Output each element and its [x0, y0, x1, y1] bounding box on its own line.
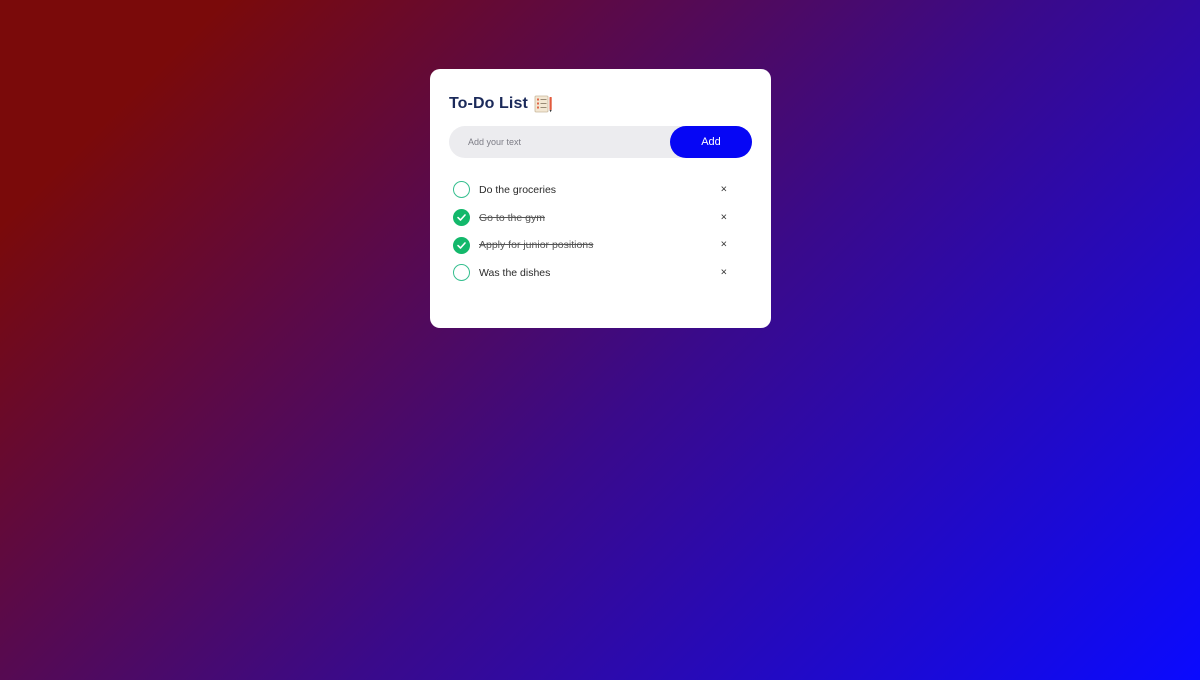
delete-icon[interactable]: × [721, 212, 727, 223]
task-item[interactable]: Go to the gym × [449, 204, 752, 232]
title-row: To-Do List [449, 93, 752, 115]
unchecked-circle-icon[interactable] [453, 181, 470, 199]
add-button[interactable]: Add [670, 126, 752, 158]
delete-icon[interactable]: × [721, 184, 727, 195]
task-text: Do the groceries [479, 183, 557, 196]
task-item[interactable]: Do the groceries × [449, 176, 752, 204]
task-text: Apply for junior positions [479, 239, 594, 252]
todo-card: To-Do List Add Do the groceries [430, 69, 771, 328]
unchecked-circle-icon[interactable] [453, 264, 470, 282]
checklist-icon [534, 95, 553, 113]
delete-icon[interactable]: × [721, 267, 727, 278]
delete-icon[interactable]: × [721, 239, 727, 251]
input-row: Add [449, 125, 752, 159]
app-title: To-Do List [449, 95, 528, 112]
checked-circle-icon[interactable] [453, 209, 470, 227]
task-text: Go to the gym [479, 211, 545, 224]
task-item[interactable]: Apply for junior positions × [449, 231, 752, 259]
task-item[interactable]: Was the dishes × [449, 259, 752, 287]
task-text: Was the dishes [479, 266, 551, 279]
task-list: Do the groceries × Go to the gym × Apply… [449, 176, 752, 287]
checked-circle-icon[interactable] [453, 236, 470, 254]
